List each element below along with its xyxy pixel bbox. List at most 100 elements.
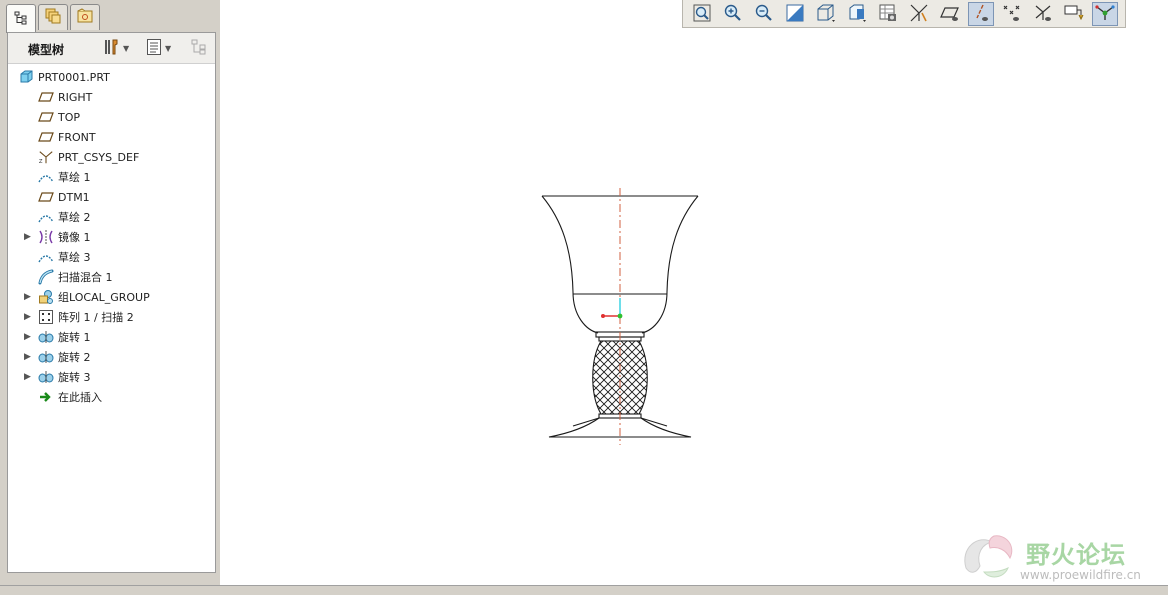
expand-arrow-icon[interactable]: ▶	[24, 312, 32, 322]
csys-display-icon	[1032, 3, 1054, 26]
csys-display-button[interactable]	[1030, 2, 1056, 26]
tree-item[interactable]: FRONT	[38, 127, 96, 147]
folder-browser-tab[interactable]	[70, 4, 100, 30]
tree-item-label: TOP	[58, 110, 81, 124]
repaint-button[interactable]	[782, 2, 808, 26]
spin-center-button[interactable]	[1092, 2, 1118, 26]
model-tree-tab-icon	[13, 10, 29, 29]
pattern-icon	[38, 309, 54, 325]
point-display-button[interactable]	[999, 2, 1025, 26]
filter-disabled-icon	[191, 38, 211, 59]
tree-item-label: 草绘 1	[58, 171, 91, 184]
tree-item-label: RIGHT	[58, 90, 93, 104]
tree-item[interactable]: 草绘 2	[38, 207, 91, 227]
model-tree-tab[interactable]	[6, 4, 36, 33]
chevron-down-icon: ▼	[123, 43, 130, 53]
layers-tab[interactable]	[38, 4, 68, 30]
sketch-icon	[38, 169, 54, 185]
display-style-button[interactable]	[813, 2, 839, 26]
annotation-display-icon	[1063, 3, 1085, 26]
tree-item[interactable]: 扫描混合 1	[38, 267, 113, 287]
revolve-icon	[38, 329, 54, 345]
expand-arrow-icon[interactable]: ▶	[24, 372, 32, 382]
expand-arrow-icon[interactable]: ▶	[24, 352, 32, 362]
tree-settings-button[interactable]: ▼	[102, 38, 129, 58]
status-bar	[0, 585, 1168, 595]
sketch-icon	[38, 249, 54, 265]
tools-icon	[102, 38, 120, 59]
tree-item[interactable]: RIGHT	[38, 87, 92, 107]
tree-item-label: 扫描混合 1	[58, 271, 113, 284]
expand-arrow-icon[interactable]: ▶	[24, 292, 32, 302]
csys-triad	[601, 298, 623, 319]
tree-item-label: 草绘 3	[58, 251, 91, 264]
tree-filter-button[interactable]	[191, 38, 211, 58]
plane-display-button[interactable]	[937, 2, 963, 26]
view-toolbar	[682, 0, 1126, 28]
datum-plane-icon	[38, 109, 54, 125]
watermark-url: www.proewildfire.cn	[1020, 568, 1141, 582]
tree-item-label: 旋转 2	[58, 351, 91, 364]
axis-display-button[interactable]	[968, 2, 994, 26]
view-manager-icon	[878, 3, 898, 26]
tree-item[interactable]: ▶ 旋转 2	[24, 347, 91, 367]
folder-browser-tab-icon	[76, 7, 94, 28]
tree-item-label: 旋转 1	[58, 331, 91, 344]
list-icon	[146, 38, 162, 59]
tree-item[interactable]: 草绘 3	[38, 247, 91, 267]
model-tree-panel: 模型树 ▼ ▼ PRT0001.PRT RIGHT TOP FRONT Z PR…	[7, 32, 216, 573]
zoom-out-icon	[754, 3, 774, 26]
tree-item[interactable]: 草绘 1	[38, 167, 91, 187]
watermark-text: 野火论坛	[1026, 541, 1126, 569]
axis-display-icon	[970, 3, 992, 26]
tree-item-label: 阵列 1 / 扫描 2	[58, 311, 134, 324]
repaint-icon	[785, 3, 805, 26]
insert-here-arrow-icon	[38, 389, 54, 405]
csys-icon: Z	[38, 149, 54, 165]
group-icon	[38, 289, 54, 305]
tree-item-label: PRT_CSYS_DEF	[58, 150, 140, 164]
annotation-display-button[interactable]	[1061, 2, 1087, 26]
zoom-out-button[interactable]	[751, 2, 777, 26]
datum-plane-icon	[38, 189, 54, 205]
view-manager-button[interactable]	[875, 2, 901, 26]
saved-views-icon	[846, 3, 868, 26]
tree-item-label: DTM1	[58, 190, 90, 204]
tree-item-label: 旋转 3	[58, 371, 91, 384]
graphics-window[interactable]	[220, 0, 1168, 585]
sketch-icon	[38, 209, 54, 225]
datum-display-button[interactable]	[906, 2, 932, 26]
tree-item-label: FRONT	[58, 130, 96, 144]
tree-item[interactable]: Z PRT_CSYS_DEF	[38, 147, 139, 167]
tree-item[interactable]: ▶ 旋转 1	[24, 327, 91, 347]
tree-show-button[interactable]: ▼	[146, 38, 171, 58]
tree-item[interactable]: ▶ 阵列 1 / 扫描 2	[24, 307, 134, 327]
layers-tab-icon	[44, 7, 62, 28]
refit-icon	[692, 3, 712, 26]
mirror-icon	[38, 229, 54, 245]
tree-item-label: 镜像 1	[58, 231, 91, 244]
tree-item[interactable]: ▶ 镜像 1	[24, 227, 91, 247]
zoom-in-icon	[723, 3, 743, 26]
expand-arrow-icon[interactable]: ▶	[24, 232, 32, 242]
part-icon	[18, 69, 34, 85]
zoom-in-button[interactable]	[720, 2, 746, 26]
tree-item[interactable]: DTM1	[38, 187, 90, 207]
saved-views-button[interactable]	[844, 2, 870, 26]
tree-item[interactable]: PRT0001.PRT	[18, 67, 110, 87]
tree-item[interactable]: ▶ 旋转 3	[24, 367, 91, 387]
tree-item[interactable]: 在此插入	[38, 387, 102, 407]
swept-blend-icon	[38, 269, 54, 285]
chevron-down-icon: ▼	[165, 43, 172, 53]
watermark-logo-icon	[958, 528, 1020, 587]
expand-arrow-icon[interactable]: ▶	[24, 332, 32, 342]
model-view[interactable]	[220, 0, 1168, 585]
tree-item-label: 组LOCAL_GROUP	[58, 291, 150, 304]
tree-item-label: 草绘 2	[58, 211, 91, 224]
tree-item[interactable]: TOP	[38, 107, 80, 127]
plane-display-icon	[939, 3, 961, 26]
tree-item[interactable]: ▶ 组LOCAL_GROUP	[24, 287, 150, 307]
spin-center-icon	[1094, 3, 1116, 26]
refit-button[interactable]	[689, 2, 715, 26]
navigator-panel: 模型树 ▼ ▼ PRT0001.PRT RIGHT TOP FRONT Z PR…	[0, 0, 220, 585]
